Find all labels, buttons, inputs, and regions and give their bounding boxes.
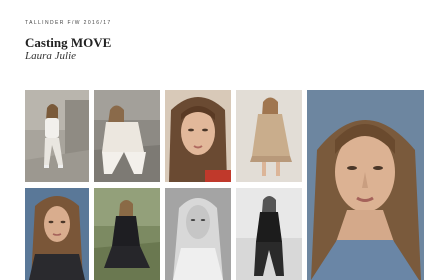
photo-garden-black-outfit[interactable] xyxy=(94,188,160,280)
collection-label: TALLINDER F/W 2016/17 xyxy=(25,20,112,26)
photo-bw-portrait[interactable] xyxy=(165,188,231,280)
page-title: Casting MOVE xyxy=(25,35,112,50)
photo-bw-standing[interactable] xyxy=(236,188,302,280)
photo-portrait-dark-top[interactable] xyxy=(25,188,89,280)
lookbook-page: TALLINDER F/W 2016/17 Casting MOVE Laura… xyxy=(0,0,424,280)
model-name: Laura Julie xyxy=(25,50,77,62)
photo-portrait-closeup[interactable] xyxy=(165,90,231,182)
photo-seated-white-outfit[interactable] xyxy=(25,90,89,182)
photo-seated-knit-sweater[interactable] xyxy=(94,90,160,182)
photo-beige-dress[interactable] xyxy=(236,90,302,182)
photo-large-portrait[interactable] xyxy=(307,90,424,280)
